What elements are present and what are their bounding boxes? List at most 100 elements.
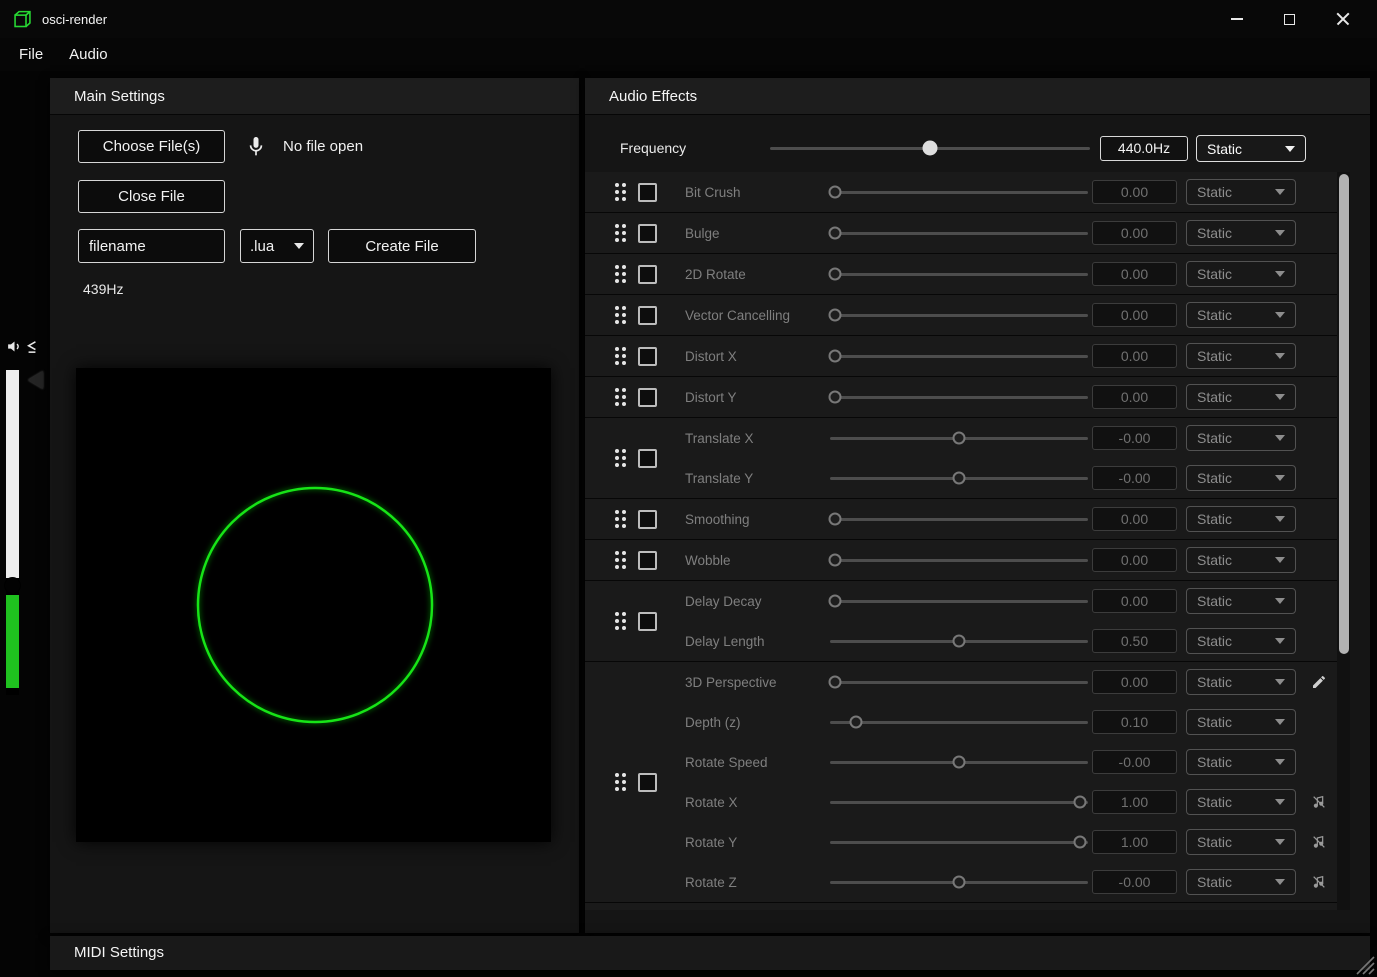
effect-mode-dropdown[interactable]: Static [1186,547,1296,573]
effect-value[interactable]: 0.00 [1092,303,1177,327]
effect-slider[interactable] [830,822,1088,862]
slider-thumb[interactable] [1074,796,1087,809]
effect-value[interactable]: 1.00 [1092,790,1177,814]
effect-value[interactable]: 0.00 [1092,180,1177,204]
slider-thumb[interactable] [829,595,842,608]
effect-mode-dropdown[interactable]: Static [1186,789,1296,815]
slider-thumb[interactable] [829,268,842,281]
close-file-button[interactable]: Close File [78,180,225,213]
effect-slider[interactable] [830,418,1088,458]
slider-thumb[interactable] [953,876,966,889]
note-off-icon[interactable] [1310,873,1328,891]
effect-mode-dropdown[interactable]: Static [1186,709,1296,735]
effect-value[interactable]: 0.00 [1092,221,1177,245]
note-off-icon[interactable] [1310,833,1328,851]
effect-value[interactable]: -0.00 [1092,466,1177,490]
effect-checkbox[interactable] [638,306,657,325]
effect-slider[interactable] [830,499,1088,539]
pencil-icon[interactable] [1310,673,1328,691]
menu-audio[interactable]: Audio [56,38,120,71]
menu-file[interactable]: File [6,38,56,71]
effect-checkbox[interactable] [638,773,657,792]
frequency-slider-thumb[interactable] [923,141,938,156]
effect-slider[interactable] [830,903,1088,910]
note-off-icon[interactable] [1310,793,1328,811]
effect-mode-dropdown[interactable]: Static [1186,261,1296,287]
effect-mode-dropdown[interactable]: Static [1186,343,1296,369]
effect-value[interactable]: 0.00 [1092,548,1177,572]
volume-slider[interactable] [6,370,19,695]
create-file-button[interactable]: Create File [328,229,476,263]
effect-value[interactable]: 1.00 [1092,830,1177,854]
drag-handle-icon[interactable] [615,306,626,324]
effect-slider[interactable] [830,172,1088,212]
effect-checkbox[interactable] [638,183,657,202]
effect-value[interactable]: -0.00 [1092,750,1177,774]
effect-slider[interactable] [830,336,1088,376]
effect-value[interactable]: 0.00 [1092,507,1177,531]
slider-thumb[interactable] [953,756,966,769]
effect-checkbox[interactable] [638,388,657,407]
drag-handle-icon[interactable] [615,183,626,201]
effect-slider[interactable] [830,621,1088,661]
drag-handle-icon[interactable] [615,551,626,569]
effect-value[interactable]: 0.10 [1092,710,1177,734]
extension-dropdown[interactable]: .lua [240,229,314,263]
frequency-value[interactable]: 440.0Hz [1100,136,1188,161]
slider-thumb[interactable] [829,554,842,567]
frequency-slider[interactable] [770,128,1090,168]
effect-mode-dropdown[interactable]: Static [1186,179,1296,205]
effect-mode-dropdown[interactable]: Static [1186,588,1296,614]
microphone-icon[interactable] [244,132,268,162]
effect-value[interactable]: 0.00 [1092,670,1177,694]
drag-handle-icon[interactable] [615,388,626,406]
effect-value[interactable]: 0.00 [1092,344,1177,368]
effect-mode-dropdown[interactable]: Static [1186,384,1296,410]
drag-handle-icon[interactable] [615,510,626,528]
slider-thumb[interactable] [1074,836,1087,849]
effect-mode-dropdown[interactable]: Static [1186,425,1296,451]
drag-handle-icon[interactable] [615,347,626,365]
effect-slider[interactable] [830,782,1088,822]
effect-checkbox[interactable] [638,265,657,284]
effect-mode-dropdown[interactable]: Static [1186,869,1296,895]
slider-thumb[interactable] [829,186,842,199]
slider-thumb[interactable] [829,391,842,404]
slider-thumb[interactable] [829,309,842,322]
effect-mode-dropdown[interactable]: Static [1186,669,1296,695]
effect-slider[interactable] [830,377,1088,417]
effect-mode-dropdown[interactable]: Static [1186,302,1296,328]
maximize-button[interactable] [1263,0,1316,38]
slider-thumb[interactable] [829,227,842,240]
choose-files-button[interactable]: Choose File(s) [78,130,225,163]
volume-knob[interactable] [5,578,20,593]
effect-slider[interactable] [830,254,1088,294]
drag-handle-icon[interactable] [615,224,626,242]
effect-mode-dropdown[interactable]: Static [1186,465,1296,491]
slider-thumb[interactable] [953,472,966,485]
filename-input[interactable] [78,229,225,263]
effect-value[interactable]: 0.00 [1092,589,1177,613]
volume-thumb-arrow-icon[interactable] [28,371,43,389]
effect-slider[interactable] [830,862,1088,902]
effect-checkbox[interactable] [638,510,657,529]
effect-slider[interactable] [830,702,1088,742]
slider-thumb[interactable] [829,676,842,689]
effect-slider[interactable] [830,742,1088,782]
midi-settings-panel[interactable]: MIDI Settings [50,936,1370,970]
drag-handle-icon[interactable] [615,773,626,791]
resize-grip[interactable] [1353,953,1375,975]
effects-scrollbar[interactable] [1337,172,1350,910]
frequency-mode-dropdown[interactable]: Static [1196,135,1306,162]
effect-mode-dropdown[interactable]: Static [1186,220,1296,246]
effect-value[interactable]: -0.00 [1092,426,1177,450]
effect-checkbox[interactable] [638,347,657,366]
slider-thumb[interactable] [829,513,842,526]
effect-mode-dropdown[interactable]: Static [1186,749,1296,775]
effect-value[interactable]: 0.00 [1092,385,1177,409]
effect-value[interactable]: 0.00 [1092,262,1177,286]
slider-thumb[interactable] [953,432,966,445]
effect-mode-dropdown[interactable]: Static [1186,506,1296,532]
effect-slider[interactable] [830,540,1088,580]
effect-checkbox[interactable] [638,551,657,570]
